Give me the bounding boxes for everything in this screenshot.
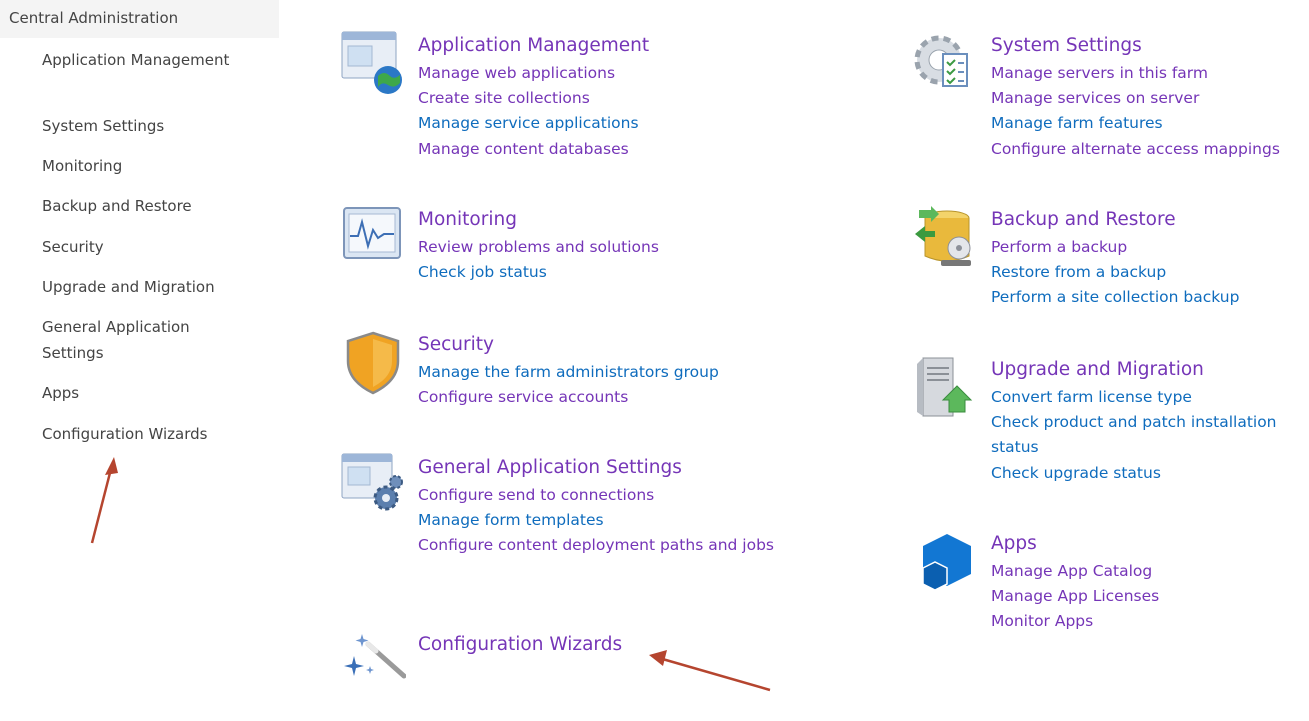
nav-header-central-administration[interactable]: Central Administration xyxy=(0,0,279,38)
section-application-management: Application Management Manage web applic… xyxy=(340,30,860,170)
section-configuration-wizards: Configuration Wizards xyxy=(340,626,860,686)
link-manage-servers[interactable]: Manage servers in this farm xyxy=(991,61,1208,86)
annotation-arrow-up xyxy=(90,457,118,544)
shield-icon xyxy=(346,331,400,395)
link-create-site-collections[interactable]: Create site collections xyxy=(418,86,590,111)
link-manage-content-databases[interactable]: Manage content databases xyxy=(418,137,629,162)
section-security: Security Manage the farm administrators … xyxy=(340,329,860,419)
section-title[interactable]: System Settings xyxy=(991,35,1142,56)
link-configure-content-deployment[interactable]: Configure content deployment paths and j… xyxy=(418,533,788,558)
link-configure-send-to[interactable]: Configure send to connections xyxy=(418,483,654,508)
nav-header-label: Central Administration xyxy=(9,9,179,27)
section-title[interactable]: Security xyxy=(418,334,494,355)
link-manage-form-templates[interactable]: Manage form templates xyxy=(418,508,604,533)
link-check-product-patch[interactable]: Check product and patch installation sta… xyxy=(991,410,1309,460)
section-upgrade-migration: Upgrade and Migration Convert farm licen… xyxy=(913,354,1309,489)
monitoring-icon xyxy=(343,207,401,259)
sidebar-item-monitoring[interactable]: Monitoring xyxy=(42,153,242,179)
sidebar-item-configuration-wizards[interactable]: Configuration Wizards xyxy=(42,421,242,447)
system-settings-icon xyxy=(914,35,968,87)
sidebar-item-system-settings[interactable]: System Settings xyxy=(42,113,242,139)
section-title[interactable]: Backup and Restore xyxy=(991,209,1176,230)
apps-cube-icon xyxy=(922,534,971,591)
application-management-icon xyxy=(341,31,402,94)
section-title[interactable]: Configuration Wizards xyxy=(418,634,622,655)
sidebar-item-apps[interactable]: Apps xyxy=(42,380,242,406)
link-manage-app-catalog[interactable]: Manage App Catalog xyxy=(991,559,1152,584)
link-perform-backup[interactable]: Perform a backup xyxy=(991,235,1127,260)
sidebar-item-upgrade-migration[interactable]: Upgrade and Migration xyxy=(42,274,242,300)
section-system-settings: System Settings Manage servers in this f… xyxy=(913,30,1309,170)
section-title[interactable]: General Application Settings xyxy=(418,457,682,478)
link-manage-farm-admins[interactable]: Manage the farm administrators group xyxy=(418,360,719,385)
sidebar-item-security[interactable]: Security xyxy=(42,234,242,260)
section-title[interactable]: Upgrade and Migration xyxy=(991,359,1204,380)
link-configure-service-accounts[interactable]: Configure service accounts xyxy=(418,385,628,410)
upgrade-server-icon xyxy=(917,357,973,417)
general-settings-icon xyxy=(341,453,403,511)
sidebar-item-backup-restore[interactable]: Backup and Restore xyxy=(42,193,242,219)
section-backup-restore: Backup and Restore Perform a backup Rest… xyxy=(913,204,1309,319)
section-apps: Apps Manage App Catalog Manage App Licen… xyxy=(913,528,1309,638)
link-restore-from-backup[interactable]: Restore from a backup xyxy=(991,260,1166,285)
link-configure-aam[interactable]: Configure alternate access mappings xyxy=(991,137,1280,162)
link-manage-services[interactable]: Manage services on server xyxy=(991,86,1199,111)
sidebar-item-application-management[interactable]: Application Management xyxy=(42,47,242,73)
link-site-collection-backup[interactable]: Perform a site collection backup xyxy=(991,285,1239,310)
backup-restore-icon xyxy=(915,206,971,266)
link-manage-web-applications[interactable]: Manage web applications xyxy=(418,61,615,86)
sidebar-item-general-application-settings[interactable]: General Application Settings xyxy=(42,314,242,366)
magic-wand-icon xyxy=(344,634,406,679)
link-convert-license[interactable]: Convert farm license type xyxy=(991,385,1192,410)
section-monitoring: Monitoring Review problems and solutions… xyxy=(340,204,860,294)
link-manage-app-licenses[interactable]: Manage App Licenses xyxy=(991,584,1159,609)
link-manage-farm-features[interactable]: Manage farm features xyxy=(991,111,1163,136)
section-title[interactable]: Monitoring xyxy=(418,209,517,230)
section-title[interactable]: Application Management xyxy=(418,35,649,56)
link-monitor-apps[interactable]: Monitor Apps xyxy=(991,609,1093,634)
link-check-upgrade-status[interactable]: Check upgrade status xyxy=(991,461,1161,486)
link-check-job-status[interactable]: Check job status xyxy=(418,260,547,285)
link-review-problems[interactable]: Review problems and solutions xyxy=(418,235,659,260)
section-title[interactable]: Apps xyxy=(991,533,1037,554)
link-manage-service-applications[interactable]: Manage service applications xyxy=(418,111,639,136)
section-general-application-settings: General Application Settings Configure s… xyxy=(340,452,860,587)
